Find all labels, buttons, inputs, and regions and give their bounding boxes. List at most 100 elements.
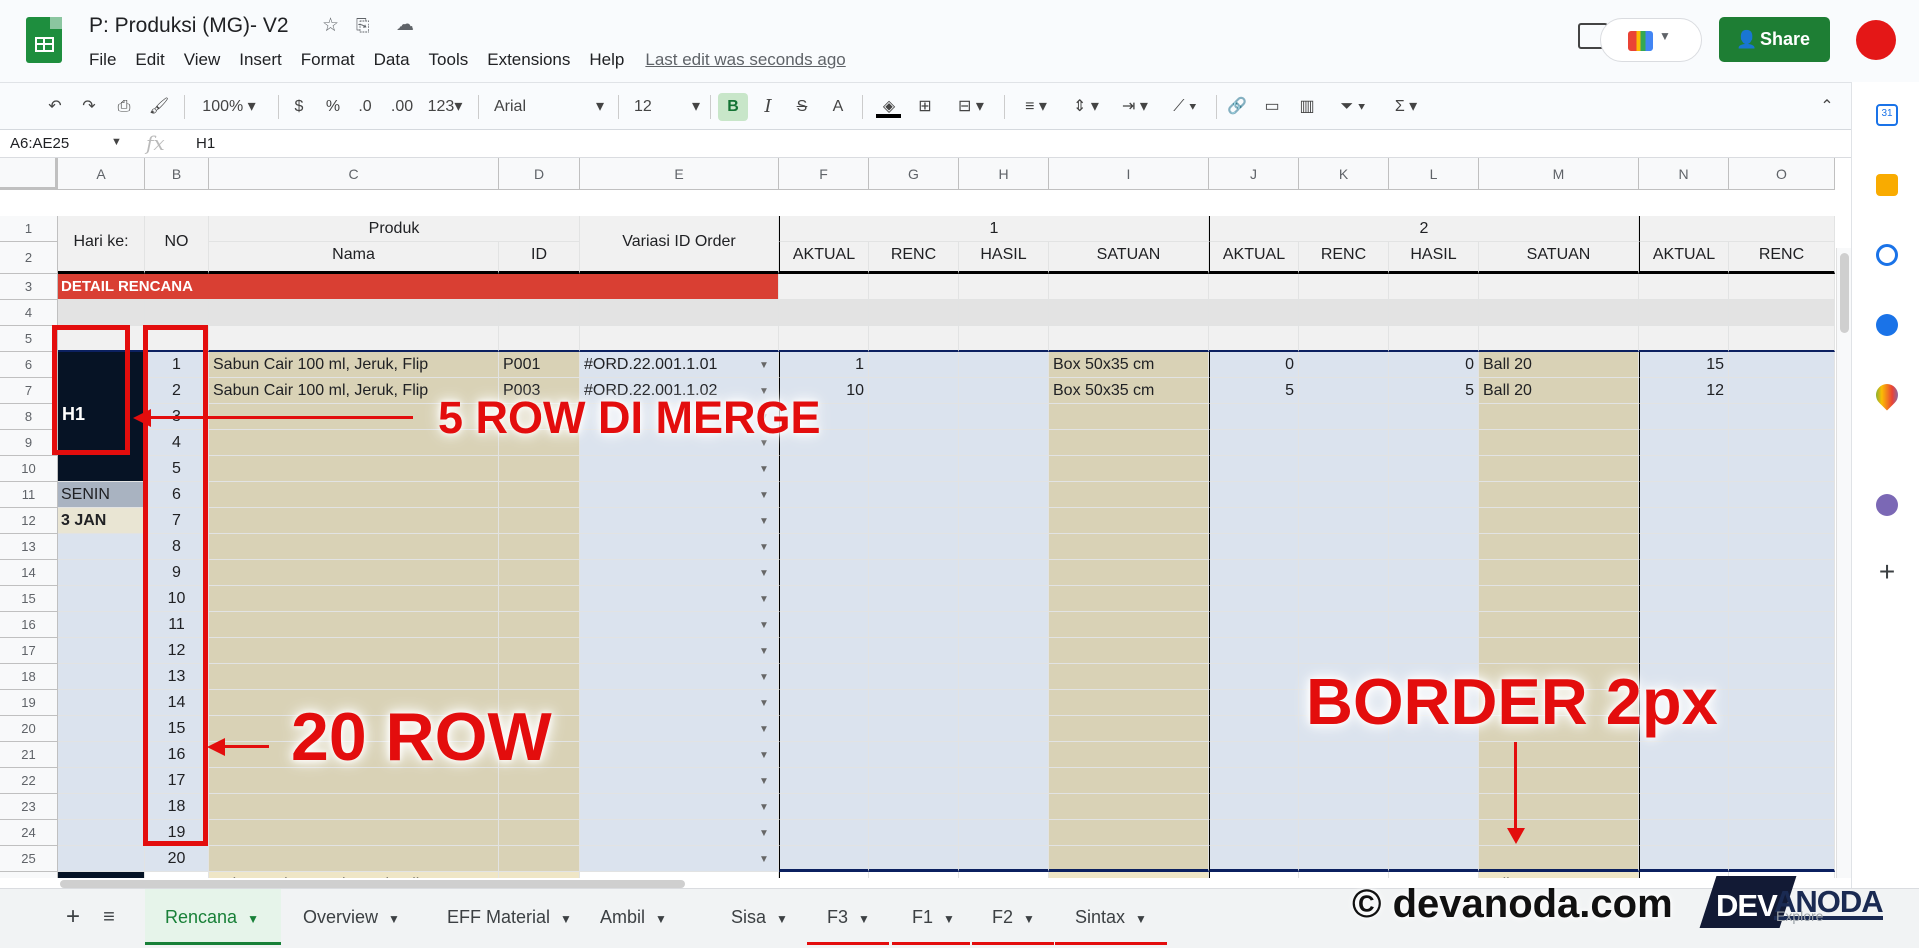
scroll-thumb[interactable] [1840, 253, 1849, 333]
chevron-down-icon[interactable]: ▼ [759, 776, 769, 787]
chevron-down-icon[interactable]: ▼ [759, 568, 769, 579]
redo-icon[interactable]: ↷ [76, 93, 102, 121]
product-id[interactable] [499, 820, 580, 846]
row-header[interactable]: 23 [0, 794, 58, 820]
functions-button[interactable]: Σ ▾ [1386, 93, 1426, 121]
value-cell[interactable] [1729, 404, 1835, 430]
cell[interactable] [580, 300, 779, 326]
cell[interactable] [1639, 326, 1729, 352]
product-id[interactable] [499, 612, 580, 638]
column-header[interactable]: I [1049, 158, 1209, 190]
row-header[interactable]: 2 [0, 242, 58, 274]
value-cell[interactable] [869, 586, 959, 612]
insert-chart-icon[interactable]: ▥ [1294, 93, 1320, 121]
row-header[interactable]: 5 [0, 326, 58, 352]
row-header[interactable]: 8 [0, 404, 58, 430]
cell[interactable] [1049, 326, 1209, 352]
value-cell[interactable] [1729, 612, 1835, 638]
increase-decimal-button[interactable]: .00 [388, 93, 416, 121]
value-cell[interactable] [1389, 794, 1479, 820]
product-id[interactable] [499, 560, 580, 586]
value-cell[interactable] [1729, 534, 1835, 560]
satuan-cell[interactable] [1479, 742, 1639, 768]
cell[interactable] [58, 742, 145, 768]
horizontal-scrollbar[interactable] [60, 880, 685, 888]
value-cell[interactable] [1299, 404, 1389, 430]
satuan-cell[interactable] [1049, 768, 1209, 794]
value-cell[interactable] [779, 638, 869, 664]
menu-edit[interactable]: Edit [135, 50, 164, 70]
header-group-3[interactable] [1639, 216, 1835, 242]
satuan-cell[interactable] [1049, 794, 1209, 820]
value-cell[interactable] [959, 846, 1049, 872]
chevron-down-icon[interactable]: ▼ [858, 912, 870, 926]
value-cell[interactable] [959, 872, 1049, 878]
order-dropdown[interactable] [580, 768, 779, 794]
value-cell[interactable] [1639, 508, 1729, 534]
menu-file[interactable]: File [89, 50, 116, 70]
sheet-tab[interactable]: F3 ▼ [807, 889, 889, 945]
value-cell[interactable] [959, 586, 1049, 612]
value-cell[interactable] [1389, 872, 1479, 878]
satuan-cell[interactable] [1049, 742, 1209, 768]
value-cell[interactable] [1389, 430, 1479, 456]
cell[interactable] [58, 664, 145, 690]
value-cell[interactable] [779, 820, 869, 846]
column-header[interactable]: L [1389, 158, 1479, 190]
sheet-tab[interactable]: Overview ▼ [283, 889, 425, 945]
value-cell[interactable]: 0 [1209, 352, 1299, 378]
chevron-down-icon[interactable]: ▼ [759, 828, 769, 839]
tasks-icon[interactable] [1876, 244, 1898, 266]
value-cell[interactable] [1209, 742, 1299, 768]
value-cell[interactable] [779, 716, 869, 742]
satuan-cell[interactable] [1049, 690, 1209, 716]
header-group-1[interactable]: 1 [779, 216, 1209, 242]
value-cell[interactable] [1209, 560, 1299, 586]
value-cell[interactable] [869, 612, 959, 638]
cell[interactable] [779, 300, 869, 326]
cell[interactable] [1299, 300, 1389, 326]
satuan-cell[interactable] [1049, 482, 1209, 508]
row-header[interactable]: 19 [0, 690, 58, 716]
cell[interactable] [58, 586, 145, 612]
value-cell[interactable] [1729, 716, 1835, 742]
value-cell[interactable] [959, 716, 1049, 742]
value-cell[interactable] [1729, 794, 1835, 820]
value-cell[interactable] [1209, 846, 1299, 872]
percent-button[interactable]: % [322, 93, 344, 121]
bold-button[interactable]: B [718, 93, 748, 121]
value-cell[interactable] [1639, 768, 1729, 794]
cell[interactable] [58, 716, 145, 742]
weekday-cell[interactable]: SENIN [58, 482, 145, 508]
print-icon[interactable]: ⎙ [111, 93, 137, 121]
value-cell[interactable] [1209, 482, 1299, 508]
product-name[interactable] [209, 638, 499, 664]
value-cell[interactable] [779, 456, 869, 482]
header-id[interactable]: ID [499, 242, 580, 274]
cell[interactable] [1729, 274, 1835, 300]
sheet-tab[interactable]: Ambil ▼ [580, 889, 708, 945]
sheet-tab[interactable]: F2 ▼ [972, 889, 1054, 945]
order-dropdown[interactable] [580, 820, 779, 846]
value-cell[interactable] [959, 430, 1049, 456]
value-cell[interactable] [1299, 534, 1389, 560]
row-header[interactable]: 6 [0, 352, 58, 378]
row-header[interactable]: 13 [0, 534, 58, 560]
order-dropdown[interactable] [580, 482, 779, 508]
header-produk[interactable]: Produk [209, 216, 580, 242]
value-cell[interactable] [1729, 508, 1835, 534]
cell[interactable] [1299, 274, 1389, 300]
satuan-cell[interactable] [1049, 820, 1209, 846]
column-header[interactable]: B [145, 158, 209, 190]
value-cell[interactable] [1639, 846, 1729, 872]
cell[interactable] [58, 612, 145, 638]
column-header[interactable]: D [499, 158, 580, 190]
chevron-down-icon[interactable]: ▼ [560, 912, 572, 926]
header-hari-ke[interactable]: Hari ke: [58, 216, 145, 274]
value-cell[interactable] [1209, 768, 1299, 794]
value-cell[interactable] [869, 716, 959, 742]
date-cell[interactable]: 3 JAN [58, 508, 145, 534]
menu-extensions[interactable]: Extensions [487, 50, 570, 70]
order-dropdown[interactable] [580, 586, 779, 612]
value-cell[interactable] [779, 560, 869, 586]
